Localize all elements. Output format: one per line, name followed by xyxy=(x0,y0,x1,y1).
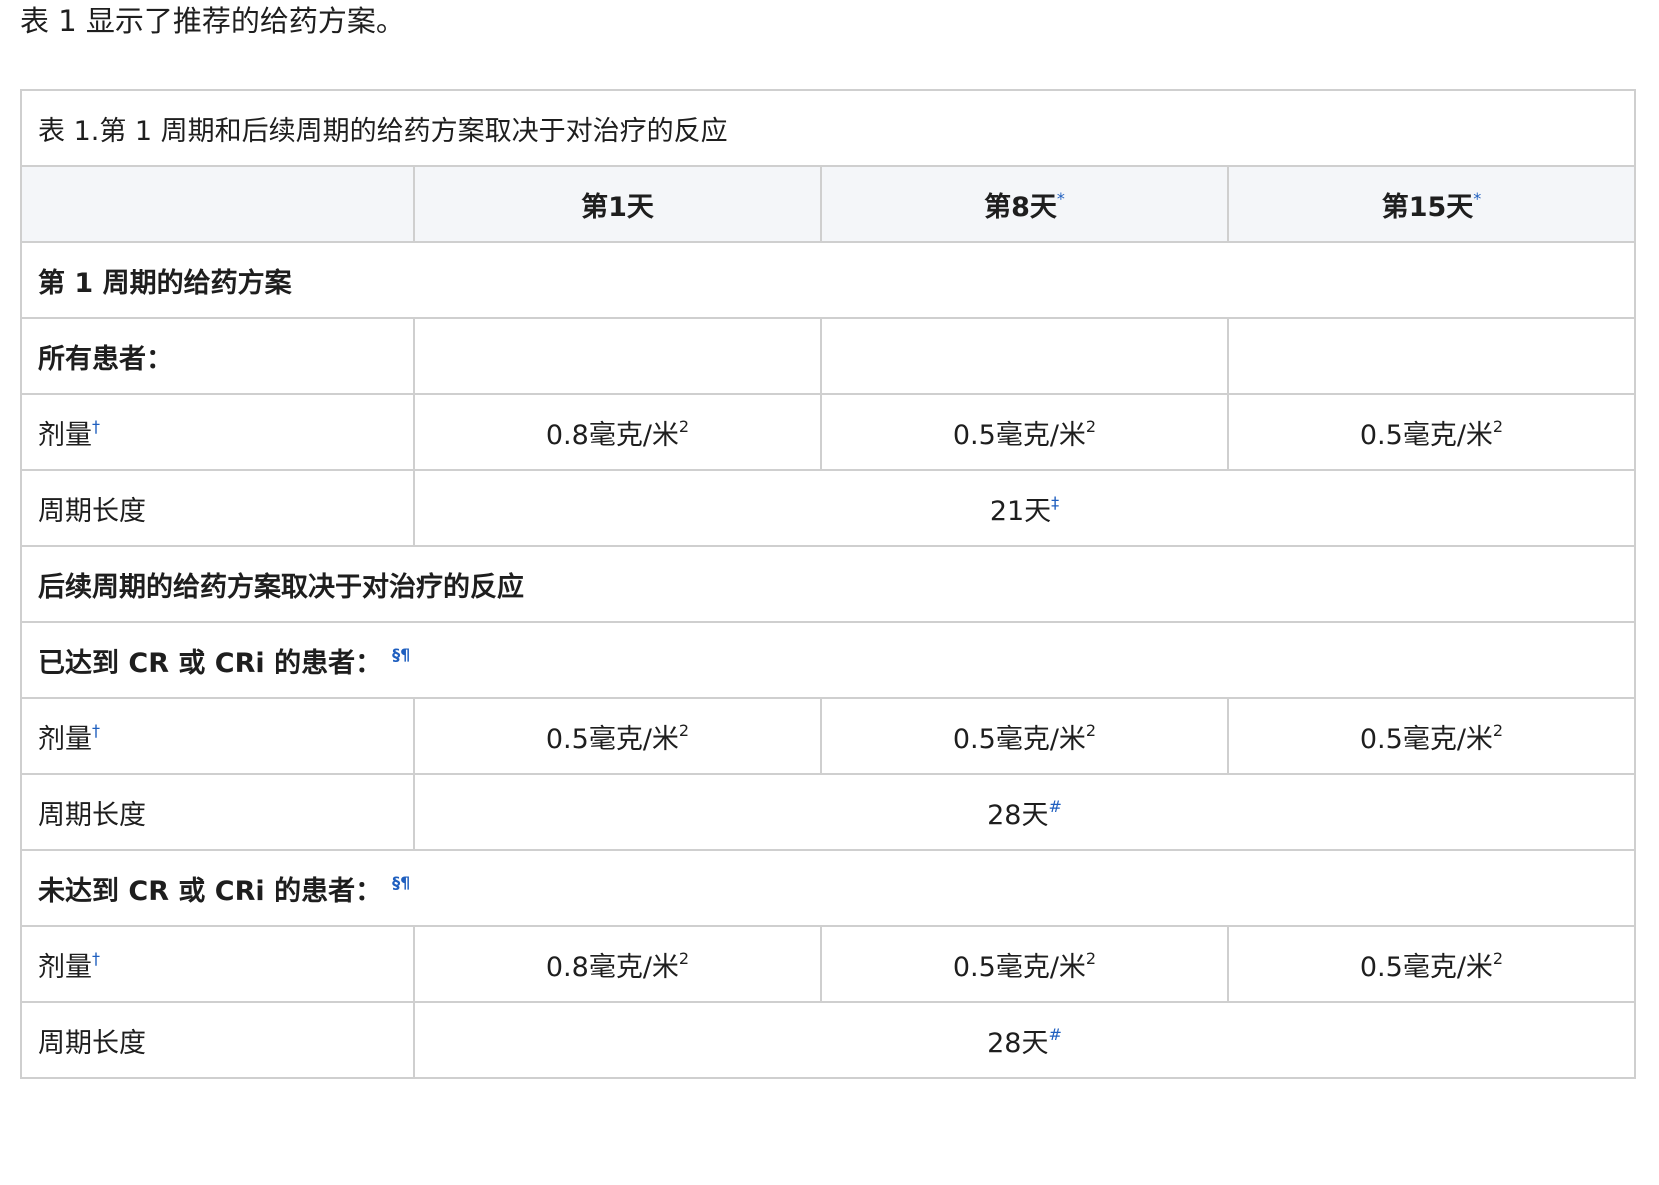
cycle-value: 28天 xyxy=(987,1027,1049,1059)
cycle-value: 28天 xyxy=(987,799,1049,831)
dose-value: 0.5毫克/米 xyxy=(952,723,1086,755)
footnote-link-star-day8[interactable]: * xyxy=(1057,189,1065,208)
dose-exponent: 2 xyxy=(1492,948,1504,968)
groupB-label-cell: 未达到 CR 或 CRi 的患者： §¶ xyxy=(20,849,1636,927)
dose-label-cell: 剂量† xyxy=(20,393,415,471)
dose-day1: 0.8毫克/米2 xyxy=(413,925,822,1003)
dose-day1: 0.8毫克/米2 xyxy=(413,393,822,471)
section1-group-row: 所有患者： xyxy=(20,317,1636,395)
dose-label: 剂量 xyxy=(38,951,92,983)
dose-day15: 0.5毫克/米2 xyxy=(1227,393,1636,471)
section1-dose-row: 剂量† 0.8毫克/米2 0.5毫克/米2 0.5毫克/米2 xyxy=(20,393,1636,471)
dose-exponent: 2 xyxy=(1492,720,1504,740)
footnote-link-hash[interactable]: # xyxy=(1048,1025,1061,1044)
header-day8: 第8天* xyxy=(820,165,1229,243)
header-day15-label: 第15天 xyxy=(1381,191,1474,223)
dose-exponent: 2 xyxy=(678,948,690,968)
cycle-value-cell: 28天# xyxy=(413,1001,1636,1079)
section2-title-row: 后续周期的给药方案取决于对治疗的反应 xyxy=(20,545,1636,623)
dose-exponent: 2 xyxy=(1085,720,1097,740)
groupA-dose-row: 剂量† 0.5毫克/米2 0.5毫克/米2 0.5毫克/米2 xyxy=(20,697,1636,775)
dose-exponent: 2 xyxy=(678,416,690,436)
footnote-link-dagger[interactable]: † xyxy=(92,721,100,740)
empty-cell xyxy=(413,317,822,395)
dose-label: 剂量 xyxy=(38,723,92,755)
dose-label: 剂量 xyxy=(38,419,92,451)
footnote-link-dagger[interactable]: † xyxy=(92,417,100,436)
cycle-label: 周期长度 xyxy=(20,469,415,547)
dosing-table: 表 1.第 1 周期和后续周期的给药方案取决于对治疗的反应 第1天 第8天* 第… xyxy=(20,89,1636,1079)
footnote-link-star-day15[interactable]: * xyxy=(1473,189,1481,208)
groupB-dose-row: 剂量† 0.8毫克/米2 0.5毫克/米2 0.5毫克/米2 xyxy=(20,925,1636,1003)
header-day1: 第1天 xyxy=(413,165,822,243)
section1-title: 第 1 周期的给药方案 xyxy=(20,241,1636,319)
section1-cycle-row: 周期长度 21天‡ xyxy=(20,469,1636,547)
empty-cell xyxy=(1227,317,1636,395)
dose-value: 0.5毫克/米 xyxy=(952,419,1086,451)
dose-exponent: 2 xyxy=(1085,948,1097,968)
dose-value: 0.8毫克/米 xyxy=(545,419,679,451)
section1-title-row: 第 1 周期的给药方案 xyxy=(20,241,1636,319)
dose-value: 0.8毫克/米 xyxy=(545,951,679,983)
dose-value: 0.5毫克/米 xyxy=(952,951,1086,983)
footnote-link-hash[interactable]: # xyxy=(1048,797,1061,816)
table-caption-text: 表 1.第 1 周期和后续周期的给药方案取决于对治疗的反应 xyxy=(38,115,728,147)
section2-title: 后续周期的给药方案取决于对治疗的反应 xyxy=(20,545,1636,623)
cycle-label: 周期长度 xyxy=(20,1001,415,1079)
section1-group-label: 所有患者： xyxy=(20,317,415,395)
cycle-value: 21天 xyxy=(989,495,1052,527)
cycle-value-cell: 28天# xyxy=(413,773,1636,851)
groupB-label: 未达到 CR 或 CRi 的患者： xyxy=(38,875,383,907)
empty-cell xyxy=(820,317,1229,395)
intro-text: 表 1 显示了推荐的给药方案。 xyxy=(20,4,405,38)
dose-day1: 0.5毫克/米2 xyxy=(413,697,822,775)
header-day15: 第15天* xyxy=(1227,165,1636,243)
groupA-label: 已达到 CR 或 CRi 的患者： xyxy=(38,647,383,679)
table-caption-row: 表 1.第 1 周期和后续周期的给药方案取决于对治疗的反应 xyxy=(20,89,1636,167)
header-day8-label: 第8天 xyxy=(984,191,1057,223)
dose-day8: 0.5毫克/米2 xyxy=(820,697,1229,775)
footnote-link-dagger[interactable]: † xyxy=(92,949,100,968)
groupA-label-row: 已达到 CR 或 CRi 的患者： §¶ xyxy=(20,621,1636,699)
groupB-label-row: 未达到 CR 或 CRi 的患者： §¶ xyxy=(20,849,1636,927)
dose-label-cell: 剂量† xyxy=(20,697,415,775)
footnote-link-section-pilcrow[interactable]: §¶ xyxy=(392,645,410,664)
dose-day15: 0.5毫克/米2 xyxy=(1227,925,1636,1003)
cycle-label: 周期长度 xyxy=(20,773,415,851)
dose-day8: 0.5毫克/米2 xyxy=(820,925,1229,1003)
footnote-link-section-pilcrow[interactable]: §¶ xyxy=(392,873,410,892)
dose-exponent: 2 xyxy=(678,720,690,740)
table-header-row: 第1天 第8天* 第15天* xyxy=(20,165,1636,243)
groupA-label-cell: 已达到 CR 或 CRi 的患者： §¶ xyxy=(20,621,1636,699)
dose-value: 0.5毫克/米 xyxy=(1359,951,1493,983)
table-caption: 表 1.第 1 周期和后续周期的给药方案取决于对治疗的反应 xyxy=(20,89,1636,167)
groupB-cycle-row: 周期长度 28天# xyxy=(20,1001,1636,1079)
footnote-link-double-dagger[interactable]: ‡ xyxy=(1051,493,1059,512)
dose-day15: 0.5毫克/米2 xyxy=(1227,697,1636,775)
cycle-value-cell: 21天‡ xyxy=(413,469,1636,547)
groupA-cycle-row: 周期长度 28天# xyxy=(20,773,1636,851)
dose-day8: 0.5毫克/米2 xyxy=(820,393,1229,471)
header-blank-cell xyxy=(20,165,415,243)
dose-value: 0.5毫克/米 xyxy=(1359,723,1493,755)
dose-exponent: 2 xyxy=(1085,416,1097,436)
dose-exponent: 2 xyxy=(1492,416,1504,436)
dose-value: 0.5毫克/米 xyxy=(1359,419,1493,451)
dose-label-cell: 剂量† xyxy=(20,925,415,1003)
header-day1-label: 第1天 xyxy=(581,191,654,223)
dose-value: 0.5毫克/米 xyxy=(545,723,679,755)
